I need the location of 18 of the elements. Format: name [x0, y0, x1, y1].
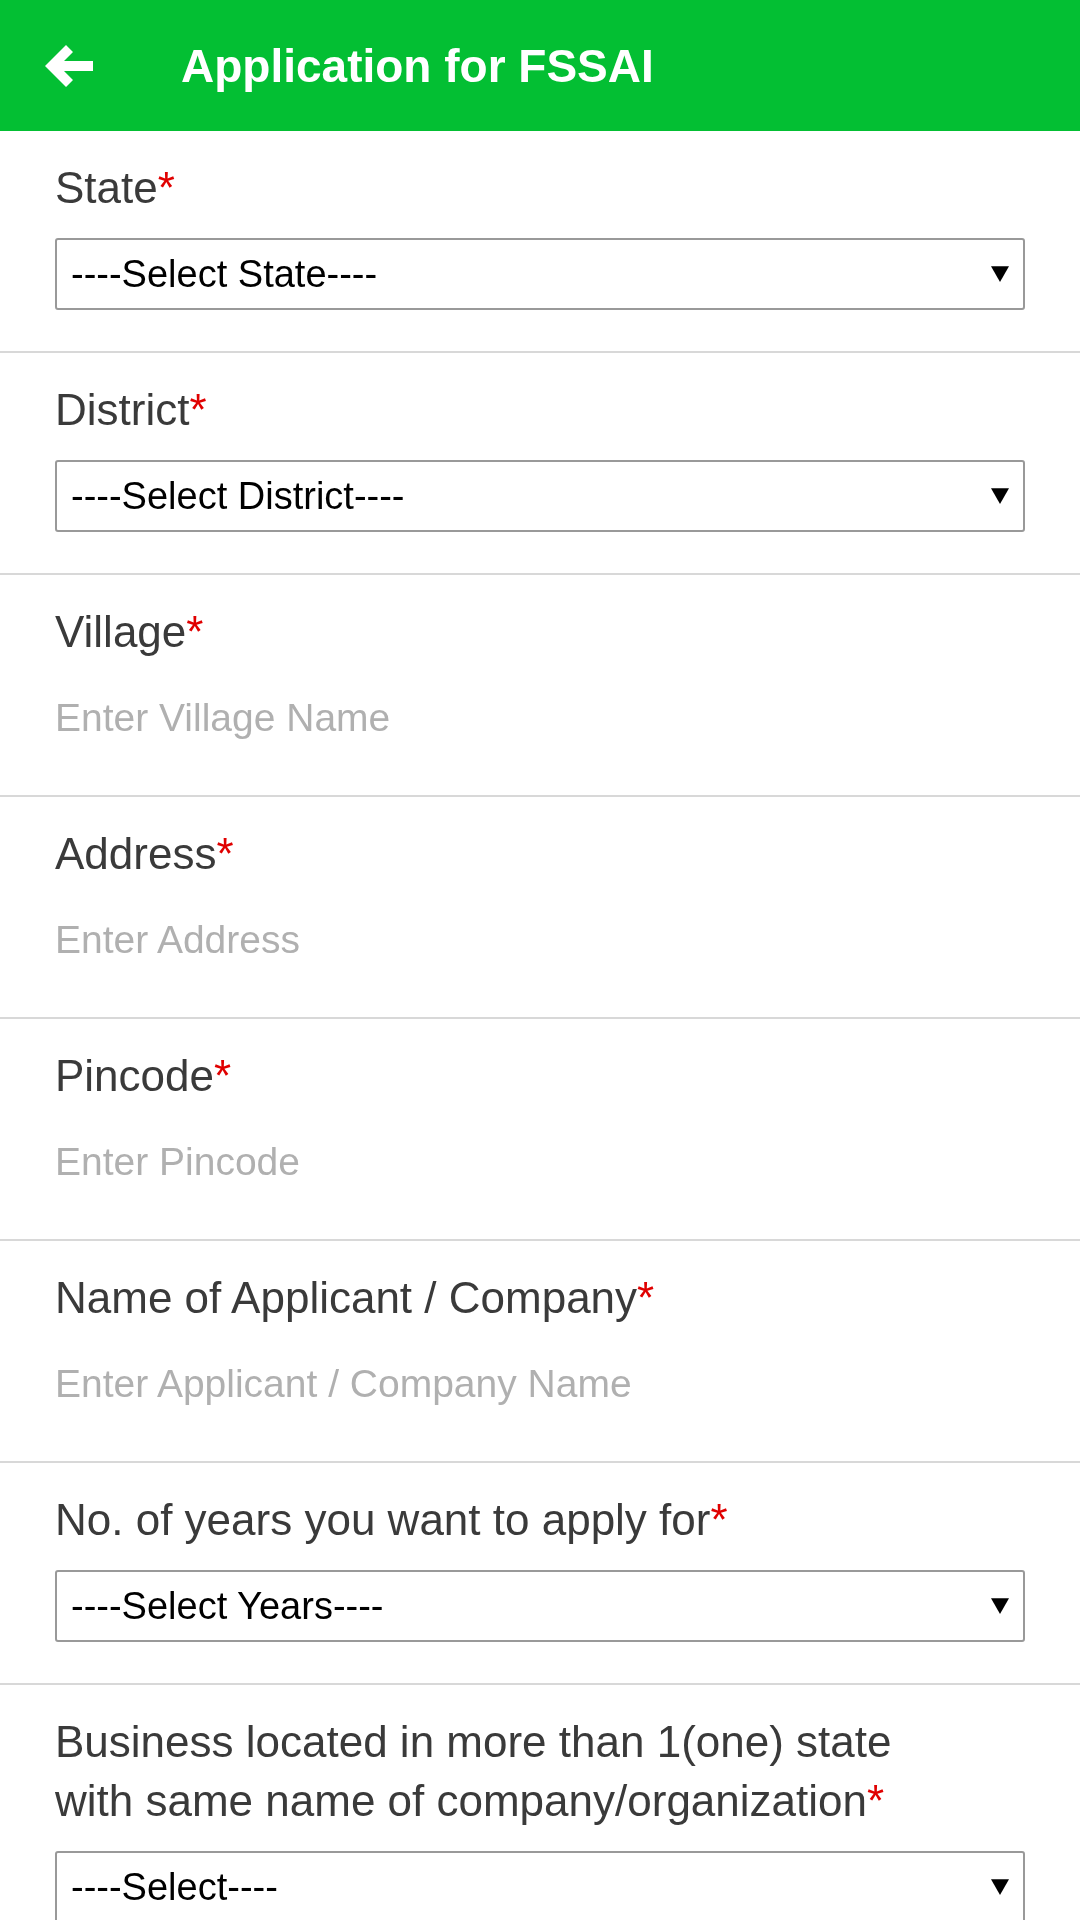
- caret-icon: [991, 266, 1009, 282]
- dropdown-field[interactable]: ----Select Years----: [55, 1570, 1025, 1642]
- dropdown-field[interactable]: ----Select District----: [55, 460, 1025, 532]
- caret-icon: [991, 488, 1009, 504]
- dropdown-field[interactable]: ----Select----: [55, 1851, 1025, 1920]
- field-label: Business located in more than 1(one) state with same name of company/organization*: [55, 1716, 893, 1827]
- field-label: Village*: [55, 606, 205, 658]
- field-label: State*: [55, 162, 176, 214]
- dropdown-field[interactable]: ----Select State----: [55, 238, 1025, 310]
- field-label: Name of Applicant / Company*: [55, 1272, 656, 1324]
- caret-icon: [991, 1598, 1009, 1614]
- field-label: Address*: [55, 828, 235, 880]
- back-arrow-icon[interactable]: [43, 42, 95, 89]
- field-label: District*: [55, 384, 208, 436]
- caret-icon: [991, 1879, 1009, 1895]
- field-label: Pincode*: [55, 1050, 233, 1102]
- field-label: No. of years you want to apply for*: [55, 1494, 729, 1546]
- page-title: Application for FSSAI: [181, 38, 654, 93]
